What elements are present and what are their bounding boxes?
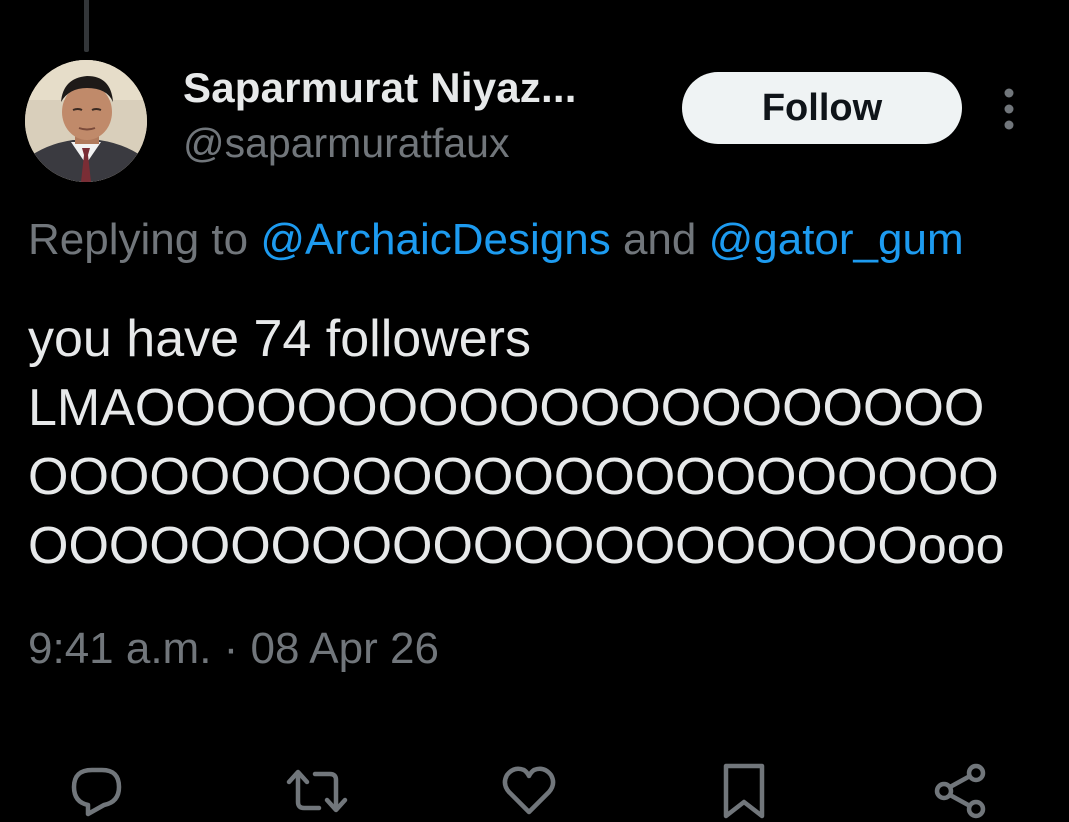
- tweet-text-line: OOOOOOOOOOOOOOOOOOOOOOOO: [28, 448, 999, 506]
- author-display-name[interactable]: Saparmurat Niyaz...: [183, 64, 577, 112]
- bookmark-icon[interactable]: [715, 762, 773, 820]
- mention-link-gator-gum[interactable]: @gator_gum: [709, 215, 964, 264]
- tweet-timestamp[interactable]: 9:41 a.m. · 08 Apr 26: [28, 624, 439, 674]
- timestamp-separator: ·: [211, 624, 251, 673]
- share-icon[interactable]: [932, 762, 990, 820]
- follow-button[interactable]: Follow: [682, 72, 962, 144]
- tweet-date: 08 Apr 26: [250, 624, 439, 673]
- heart-icon[interactable]: [500, 762, 558, 820]
- mention-link-archaicdesigns[interactable]: @ArchaicDesigns: [260, 215, 610, 264]
- replying-to-label: Replying to: [28, 215, 261, 264]
- more-options-icon[interactable]: [996, 86, 1022, 132]
- thread-connector-line: [84, 0, 89, 52]
- replying-to-conjunction: and: [610, 215, 709, 264]
- tweet-text: you have 74 followers LMAOOOOOOOOOOOOOOO…: [28, 305, 1069, 581]
- tweet-time: 9:41 a.m.: [28, 624, 212, 673]
- retweet-icon[interactable]: [285, 762, 349, 820]
- tweet-text-line: OOOOOOOOOOOOOOOOOOOOOOooo: [28, 517, 1005, 575]
- avatar[interactable]: [25, 60, 147, 182]
- replying-to-line: Replying to @ArchaicDesigns and @gator_g…: [28, 215, 964, 265]
- avatar-image: [25, 60, 147, 182]
- tweet-text-line: LMAOOOOOOOOOOOOOOOOOOOOO: [28, 379, 985, 437]
- reply-icon[interactable]: [68, 762, 126, 820]
- author-handle[interactable]: @saparmuratfaux: [183, 120, 509, 167]
- tweet-text-line: you have 74 followers: [28, 310, 531, 368]
